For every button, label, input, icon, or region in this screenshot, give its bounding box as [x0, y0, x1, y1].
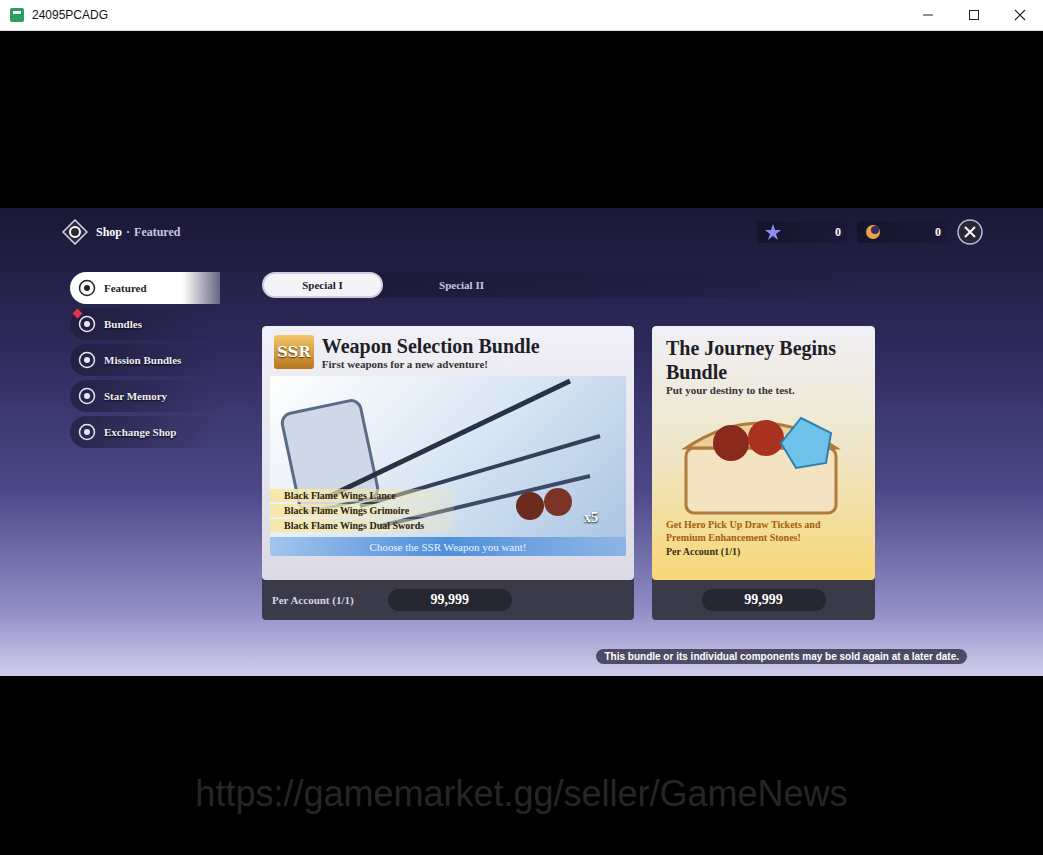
sidebar-item[interactable]: Exchange Shop [70, 416, 220, 448]
bundle-title: The Journey Begins Bundle [666, 336, 861, 384]
currency-amount: 0 [835, 225, 841, 240]
purchase-limit: Per Account (1/1) [666, 546, 861, 557]
tab[interactable]: Special I [262, 272, 383, 298]
bundle-card[interactable]: The Journey Begins BundlePut your destin… [652, 326, 875, 620]
weapon-option: Black Flame Wings Lance [270, 489, 454, 502]
close-icon [1014, 9, 1026, 21]
rarity-badge: SSR [274, 335, 314, 369]
star-currency-icon [765, 224, 781, 240]
orb-currency-icon [865, 224, 881, 240]
wallet: 00 [757, 219, 983, 245]
treasure-chest-icon [666, 398, 866, 518]
sidebar-label: Bundles [104, 318, 142, 330]
maximize-button[interactable] [951, 0, 997, 30]
weapon-option: Black Flame Wings Grimoire [270, 504, 454, 517]
tab-bar: Special I Special II [262, 272, 875, 298]
category-icon [78, 387, 96, 405]
currency-amount: 0 [935, 225, 941, 240]
bundle-description: Get Hero Pick Up Draw Tickets and Premiu… [666, 518, 861, 544]
shop-screen: Shop·Featured00FeaturedBundlesMission Bu… [0, 208, 1043, 676]
price-button[interactable]: 99,999 [388, 589, 512, 611]
sidebar-label: Featured [104, 282, 147, 294]
screen: 24095PCADGShop·Featured00FeaturedBundles… [0, 0, 1043, 855]
bundle-art: Black Flame Wings Lance Black Flame Wings… [270, 376, 626, 556]
sidebar-label: Exchange Shop [104, 426, 176, 438]
currency: 0 [857, 221, 947, 243]
shop-logo-icon [62, 219, 88, 245]
sidebar-item[interactable]: Star Memory [70, 380, 220, 412]
purchase-limit: Per Account (1/1) [272, 594, 354, 606]
category-icon [78, 279, 96, 297]
bundle-subtitle: Put your destiny to the test. [666, 384, 861, 396]
shop-content: Special I Special II SSR Weapon Selection B… [262, 272, 875, 620]
quantity-label: x5 [584, 510, 598, 526]
minimize-icon [922, 9, 934, 21]
category-icon [78, 423, 96, 441]
maximize-icon [968, 9, 980, 21]
sidebar-item[interactable]: Bundles [70, 308, 220, 340]
notice: This bundle or its individual components… [596, 649, 967, 664]
letterbox-bottom: https://gamemarket.gg/seller/GameNews [0, 676, 1043, 855]
currency: 0 [757, 221, 847, 243]
price-button[interactable]: 99,999 [702, 589, 826, 611]
shop-header: Shop·Featured00 [62, 216, 983, 248]
bundle-subtitle: First weapons for a new adventure! [322, 358, 540, 370]
tab[interactable]: Special II [401, 272, 522, 298]
category-icon [78, 351, 96, 369]
weapon-option: Black Flame Wings Dual Swords [270, 519, 454, 532]
close-shop-button[interactable] [957, 219, 983, 245]
close-icon [957, 219, 983, 245]
sidebar-label: Mission Bundles [104, 354, 181, 366]
sidebar-label: Star Memory [104, 390, 167, 402]
window-title: 24095PCADG [32, 8, 108, 22]
breadcrumb: Shop · Featured [62, 219, 180, 245]
shop-sidebar: Featured Bundles Mission Bundles Star Memor… [70, 272, 220, 620]
bundle-banner: Choose the SSR Weapon you want! [270, 537, 626, 556]
bundle-title: Weapon Selection Bundle [322, 334, 540, 358]
sidebar-item[interactable]: Featured [70, 272, 220, 304]
app-icon [10, 8, 24, 22]
breadcrumb-section[interactable]: Shop [96, 225, 122, 240]
category-icon [78, 315, 96, 333]
bundle-card[interactable]: SSR Weapon Selection BundleFirst weapons … [262, 326, 634, 620]
title-bar: 24095PCADG [0, 0, 1043, 31]
minimize-button[interactable] [905, 0, 951, 30]
close-window-button[interactable] [997, 0, 1043, 30]
letterbox-top [0, 31, 1043, 208]
watermark: https://gamemarket.gg/seller/GameNews [195, 773, 847, 855]
sidebar-item[interactable]: Mission Bundles [70, 344, 220, 376]
new-badge [73, 309, 83, 319]
breadcrumb-separator: · [126, 225, 130, 240]
breadcrumb-page: Featured [134, 225, 180, 240]
